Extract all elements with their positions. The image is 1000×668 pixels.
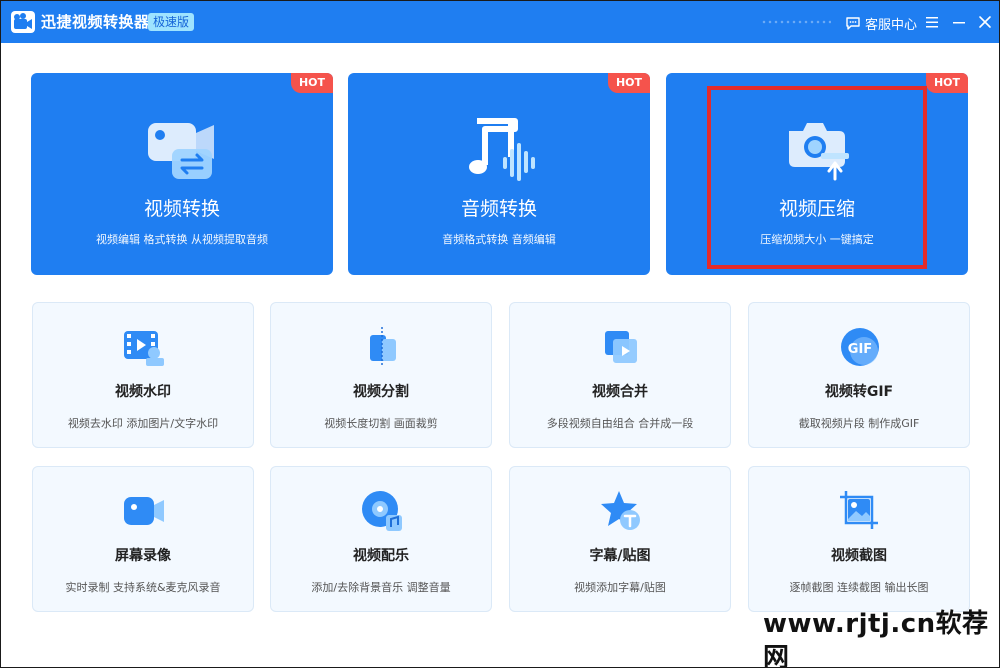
tool-video-screenshot[interactable]: 视频截图 逐帧截图 连续截图 输出长图 bbox=[748, 466, 970, 612]
tool-title: 字幕/贴图 bbox=[589, 548, 651, 564]
customer-service-button[interactable]: 客服中心 bbox=[845, 13, 917, 33]
tool-subtitle: 添加/去除背景音乐 调整音量 bbox=[311, 581, 451, 594]
app-title: 迅捷视频转换器 bbox=[41, 13, 150, 31]
hot-badge: HOT bbox=[926, 73, 968, 93]
tool-subtitle: 截取视频片段 制作成GIF bbox=[798, 417, 920, 430]
chat-bubble-icon bbox=[846, 17, 860, 30]
hamburger-menu-icon bbox=[926, 17, 938, 28]
tool-video-music[interactable]: 视频配乐 添加/去除背景音乐 调整音量 bbox=[270, 466, 492, 612]
tool-title: 屏幕录像 bbox=[115, 548, 171, 564]
music-icon bbox=[362, 491, 402, 531]
tool-screen-record[interactable]: 屏幕录像 实时录制 支持系统&麦克风录音 bbox=[32, 466, 254, 612]
app-window: 迅捷视频转换器 极速版 客服中心 HOT 视频转换 视频编辑 格式转换 从视频提… bbox=[1, 1, 999, 667]
gif-icon: GIF bbox=[841, 328, 879, 366]
tool-subtitle: 视频长度切割 画面裁剪 bbox=[324, 417, 438, 430]
app-logo-icon bbox=[11, 11, 35, 33]
tile-subtitle: 视频编辑 格式转换 从视频提取音频 bbox=[96, 233, 268, 246]
video-convert-icon bbox=[148, 123, 214, 179]
merge-icon bbox=[605, 331, 637, 363]
tool-subtitle-sticker[interactable]: 字幕/贴图 视频添加字幕/贴图 bbox=[509, 466, 731, 612]
audio-convert-icon bbox=[469, 118, 535, 181]
hot-badge: HOT bbox=[608, 73, 650, 93]
tool-subtitle: 多段视频自由组合 合并成一段 bbox=[546, 417, 694, 430]
edition-badge: 极速版 bbox=[148, 13, 195, 31]
tool-video-watermark[interactable]: 视频水印 视频去水印 添加图片/文字水印 bbox=[32, 302, 254, 448]
subtitle-icon bbox=[601, 491, 640, 530]
tile-title: 视频压缩 bbox=[778, 198, 855, 220]
watermark-icon bbox=[124, 331, 164, 366]
tool-subtitle: 视频去水印 添加图片/文字水印 bbox=[67, 417, 219, 430]
tool-title: 视频配乐 bbox=[353, 548, 409, 564]
tile-title: 音频转换 bbox=[460, 198, 537, 220]
screen-record-icon bbox=[124, 497, 164, 525]
title-bar: 迅捷视频转换器 极速版 客服中心 bbox=[1, 1, 999, 43]
tile-subtitle: 音频格式转换 音频编辑 bbox=[442, 233, 556, 246]
tool-video-to-gif[interactable]: GIF 视频转GIF 截取视频片段 制作成GIF bbox=[748, 302, 970, 448]
hot-badge: HOT bbox=[291, 73, 333, 93]
tool-video-merge[interactable]: 视频合并 多段视频自由组合 合并成一段 bbox=[509, 302, 731, 448]
tool-title: 视频水印 bbox=[115, 384, 171, 400]
tool-subtitle: 实时录制 支持系统&麦克风录音 bbox=[65, 581, 221, 594]
tool-title: 视频截图 bbox=[831, 548, 887, 564]
svg-text:GIF: GIF bbox=[848, 342, 872, 357]
close-icon bbox=[979, 16, 991, 28]
tile-subtitle: 压缩视频大小 一键搞定 bbox=[760, 233, 874, 246]
tile-title: 视频转换 bbox=[143, 198, 220, 220]
tool-subtitle: 视频添加字幕/贴图 bbox=[574, 581, 666, 594]
tool-title: 视频合并 bbox=[592, 384, 648, 400]
site-watermark: www.rjtj.cn软荐网 bbox=[763, 609, 989, 667]
split-icon bbox=[370, 327, 396, 367]
tool-video-split[interactable]: 视频分割 视频长度切割 画面裁剪 bbox=[270, 302, 492, 448]
customer-service-label: 客服中心 bbox=[865, 17, 918, 33]
titlebar-decoration bbox=[761, 20, 831, 24]
tool-title: 视频转GIF bbox=[824, 384, 894, 400]
menu-button[interactable] bbox=[925, 14, 939, 30]
tile-video-compress[interactable]: HOT 视频压缩 压缩视频大小 一键搞定 bbox=[666, 73, 968, 275]
tool-subtitle: 逐帧截图 连续截图 输出长图 bbox=[789, 581, 929, 594]
tool-title: 视频分割 bbox=[353, 384, 409, 400]
screenshot-icon bbox=[840, 491, 878, 529]
close-button[interactable] bbox=[977, 13, 993, 31]
tile-video-convert[interactable]: HOT 视频转换 视频编辑 格式转换 从视频提取音频 bbox=[31, 73, 333, 275]
minimize-icon bbox=[953, 22, 965, 24]
minimize-button[interactable] bbox=[952, 14, 966, 30]
video-compress-icon bbox=[789, 123, 849, 181]
tile-audio-convert[interactable]: HOT 音频转换 音频格式转换 音频编辑 bbox=[348, 73, 650, 275]
